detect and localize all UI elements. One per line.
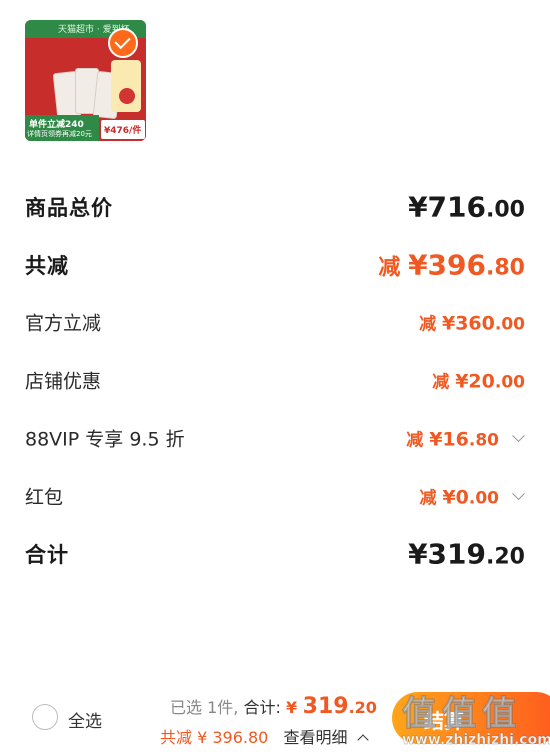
price-row-label: 商品总价: [25, 196, 113, 220]
price-row: 共减 减 ¥396.80: [25, 245, 525, 285]
price-row-value: ¥716.00: [408, 190, 525, 224]
price-row-label: 红包: [25, 486, 64, 509]
price-row[interactable]: 88VIP 专享 9.5 折 减 ¥16.80: [25, 418, 525, 458]
select-all-radio[interactable]: [32, 704, 58, 730]
price-row-value: 减 ¥20.00: [432, 370, 525, 393]
discount-detail-line[interactable]: 共减 ¥ 396.80 查看明细: [160, 724, 369, 748]
promo-ribbon: 单件立减240 详情页领券再减20元: [25, 115, 99, 141]
thumb-price-tag: ¥476/件: [101, 120, 145, 139]
price-row-label: 共减: [25, 254, 69, 278]
checkout-bar: 全选 已选 1件, 合计: ¥ 319.20 共减 ¥ 396.80 查看明细 …: [0, 680, 550, 754]
price-row[interactable]: 红包 减 ¥0.00: [25, 476, 525, 516]
price-row-value: ¥319.20: [408, 537, 525, 571]
price-row-value: 减 ¥0.00: [419, 486, 500, 509]
chevron-up-icon: [356, 734, 369, 746]
coupon-text: 详情页领券再减20元: [27, 130, 92, 138]
price-row: 合计 ¥319.20: [25, 534, 525, 574]
site-watermark: 值值值 www.zhizhizhi.com: [398, 686, 550, 752]
price-row-label: 官方立减: [25, 312, 102, 335]
tmall-cat-poster: [111, 60, 141, 112]
product-thumbnail[interactable]: 天猫超市 · 爱到杯 单件立减240 详情页领券再减20元 ¥476/件: [25, 20, 146, 141]
total-label: 合计:: [243, 698, 281, 717]
total-summary: 已选 1件, 合计: ¥ 319.20: [170, 694, 377, 719]
selected-count: 已选 1件,: [170, 698, 239, 717]
price-row: 商品总价 ¥716.00: [25, 187, 525, 227]
discount-total-text: 共减 ¥ 396.80: [160, 728, 269, 747]
watermark-url: www.zhizhizhi.com: [402, 732, 550, 749]
price-row-label: 合计: [25, 543, 69, 567]
price-row: 官方立减 减 ¥360.00: [25, 302, 525, 342]
tmall-cat-icon: [119, 88, 135, 104]
price-row-value: 减 ¥396.80: [378, 248, 525, 282]
thumb-price-text: ¥476/件: [104, 126, 142, 136]
price-row-label: 店铺优惠: [25, 370, 102, 393]
price-row-value: 减 ¥16.80: [406, 428, 499, 451]
price-row: 店铺优惠 减 ¥20.00: [25, 360, 525, 400]
chevron-down-icon[interactable]: [512, 429, 525, 443]
selected-check-icon[interactable]: [108, 28, 138, 58]
watermark-logo: 值值值: [402, 694, 522, 735]
view-detail-link[interactable]: 查看明细: [283, 728, 347, 747]
select-all-label[interactable]: 全选: [68, 707, 102, 732]
total-amount: ¥ 319.20: [285, 694, 377, 719]
chevron-down-icon[interactable]: [512, 487, 525, 501]
price-row-label: 88VIP 专享 9.5 折: [25, 428, 185, 451]
price-row-value: 减 ¥360.00: [419, 312, 525, 335]
